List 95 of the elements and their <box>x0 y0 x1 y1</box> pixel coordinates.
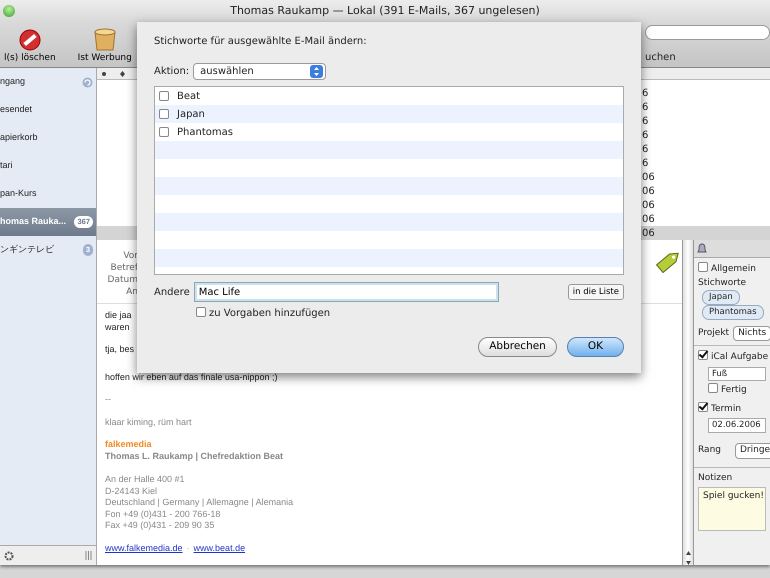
toolbar-button[interactable]: l(s) löschen <box>0 28 60 67</box>
toolbar-button[interactable]: Ist Werbung <box>74 26 136 67</box>
body-text: -- <box>105 394 111 406</box>
date-cell-text: 6 <box>642 128 648 142</box>
sidebar-item[interactable]: tari <box>0 152 96 180</box>
rank-popup[interactable]: Dringe <box>735 443 770 458</box>
checkbox-label: Allgemein <box>711 264 756 274</box>
body-text: Deutschland | Germany | Allemagne | Alemania <box>105 497 294 508</box>
scroll-bar[interactable] <box>682 240 693 565</box>
field-label: Projekt <box>698 328 730 338</box>
notes-field[interactable]: Spiel gucken! <box>698 487 766 531</box>
header-label: An <box>125 286 138 298</box>
separator: · <box>186 542 190 552</box>
project-popup[interactable]: Nichts <box>733 326 770 341</box>
body-text: Fax +49 (0)431 - 209 90 35 <box>105 520 214 532</box>
field-label: Rang <box>698 445 721 455</box>
action-popup[interactable]: auswählen <box>193 63 326 80</box>
sidebar-item-label: apierkorb <box>0 131 38 144</box>
header-label: Vor <box>122 250 138 262</box>
sidebar-item-label: esendet <box>0 103 32 116</box>
body-text: falkemedia <box>105 439 152 450</box>
search-field[interactable] <box>645 25 770 40</box>
date-cell-text: 06 <box>642 184 655 198</box>
sidebar-item-label: pan-Kurs <box>0 187 37 200</box>
date-cell-text: 6 <box>642 86 648 100</box>
sidebar-item-label: ngang <box>0 75 26 88</box>
sidebar-item[interactable]: esendet <box>0 96 96 124</box>
checkbox[interactable] <box>159 127 169 137</box>
window-button[interactable] <box>3 5 15 17</box>
body-text: An der Halle 400 #1 <box>105 474 185 486</box>
dialog-title: Stichworte für ausgewählte E-Mail ändern: <box>154 35 368 49</box>
keyword-label: Beat <box>177 90 200 104</box>
checkbox-label: Fertig <box>721 385 747 396</box>
sidebar-item-label: ンギンテレビ <box>0 243 54 256</box>
sidebar-item-label: homas Rauka... <box>0 215 66 228</box>
link[interactable]: www.falkemedia.de <box>105 542 183 552</box>
add-to-list-button[interactable]: in die Liste <box>568 284 624 300</box>
checkbox[interactable] <box>196 307 206 317</box>
body-text: Fon +49 (0)431 - 200 766-18 <box>105 508 220 520</box>
checkbox[interactable] <box>698 402 708 412</box>
stepper-arrows-icon <box>310 65 324 78</box>
header-label: Betref <box>110 262 138 274</box>
keyword-token[interactable]: Japan <box>702 290 740 305</box>
unread-dot-icon <box>102 72 106 76</box>
resize-grip-icon <box>85 551 92 560</box>
search-label: uchen <box>645 51 677 65</box>
checkbox[interactable] <box>708 383 718 394</box>
date-cell-text: 6 <box>642 114 648 128</box>
field-label: Notizen <box>698 472 734 484</box>
body-text: hoffen wir eben auf das finale usa-nippon ;) <box>105 372 278 383</box>
trash-bin-icon <box>92 26 118 52</box>
sidebar-item-label: tari <box>0 159 13 172</box>
flag-column-icon <box>120 70 125 76</box>
window-title: Thomas Raukamp — Lokal (391 E-Mails, 367 ungelesen) <box>230 2 540 19</box>
keyword-label: Japan <box>177 108 205 122</box>
no-entry-icon <box>18 28 42 52</box>
checkbox[interactable] <box>698 350 708 360</box>
checkbox-label: zu Vorgaben hinzufügen <box>209 308 330 319</box>
body-text: klaar kiming, rüm hart <box>105 416 192 428</box>
sidebar-item[interactable]: ngang <box>0 68 96 96</box>
date-field[interactable]: 02.06.2006 <box>708 418 766 433</box>
activity-icon <box>82 76 93 88</box>
field-label: Andere <box>154 286 190 300</box>
ok-button[interactable]: OK <box>566 337 624 357</box>
date-cell-text: 06 <box>642 212 655 226</box>
date-cell-text: 06 <box>642 198 655 212</box>
gear-icon <box>4 550 14 560</box>
body-text: tja, bes <box>105 344 134 356</box>
bell-icon <box>697 243 707 255</box>
field-label: Aktion: <box>154 65 190 79</box>
body-text: waren <box>105 322 130 333</box>
sidebar-item[interactable]: pan-Kurs <box>0 180 96 208</box>
header-label: Datum <box>106 274 138 286</box>
date-cell-text: 6 <box>642 142 648 156</box>
date-cell-text: 6 <box>642 100 648 114</box>
body-text: Thomas L. Raukamp | Chefredaktion Beat <box>105 450 284 462</box>
body-text: D-24143 Kiel <box>105 486 158 497</box>
link[interactable]: www.beat.de <box>194 542 246 552</box>
scroll-arrows-icon <box>686 551 690 565</box>
checkbox[interactable] <box>159 109 169 119</box>
date-cell-text: 06 <box>642 170 655 184</box>
body-text: die jaa <box>105 310 132 322</box>
date-cell-text: 6 <box>642 156 648 170</box>
checkbox-label: iCal Aufgabe <box>711 352 768 362</box>
field-label: Stichworte <box>698 276 748 290</box>
checkbox[interactable] <box>159 91 169 101</box>
checkbox[interactable] <box>698 262 708 272</box>
keyword-token[interactable]: Phantomas <box>702 304 764 320</box>
keyword-label: Phantomas <box>177 126 233 140</box>
checkbox-label: Termin <box>711 404 742 414</box>
date-cell-text: 06 <box>642 226 655 240</box>
keyword-input[interactable]: Mac Life <box>194 282 499 302</box>
task-field[interactable]: Fuß <box>708 366 766 382</box>
cancel-button[interactable]: Abbrechen <box>478 337 557 357</box>
sidebar-item[interactable]: apierkorb <box>0 124 96 152</box>
